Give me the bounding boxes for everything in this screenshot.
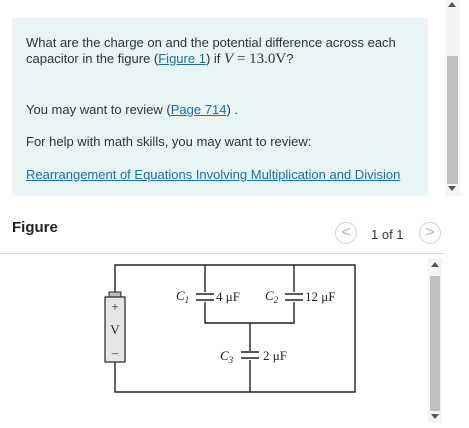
- figure-title: Figure: [12, 219, 58, 236]
- figure-scroll-up-arrow-icon[interactable]: [431, 262, 439, 267]
- prev-figure-button[interactable]: <: [335, 222, 357, 244]
- circuit-diagram: + V – C1 4 μF C2 12 μF C3 2 μF: [104, 264, 356, 393]
- math-skills-link[interactable]: Rearrangement of Equations Involving Mul…: [26, 166, 406, 183]
- wire-top: [114, 264, 356, 393]
- figure-scrollbar-thumb[interactable]: [430, 276, 440, 411]
- question-scrollbar[interactable]: [445, 0, 460, 196]
- question-panel: What are the charge on and the potential…: [12, 18, 428, 196]
- scroll-up-arrow-icon[interactable]: [448, 2, 456, 7]
- scrollbar-thumb[interactable]: [447, 56, 458, 184]
- c1-label: C1: [176, 288, 189, 305]
- chevron-right-icon: >: [425, 224, 435, 241]
- chevron-left-icon: <: [341, 224, 351, 241]
- battery-plus: +: [111, 299, 118, 314]
- review-suffix: ) .: [226, 102, 238, 117]
- c2-value: 12 μF: [305, 289, 335, 304]
- battery-cap: [108, 291, 122, 298]
- wire-c1-right: [204, 302, 295, 324]
- battery-minus: –: [111, 345, 119, 360]
- scroll-down-arrow-icon[interactable]: [448, 186, 456, 191]
- c3-value: 2 μF: [263, 348, 287, 363]
- question-text: What are the charge on and the potential…: [26, 35, 420, 67]
- review-page-link[interactable]: Page 714: [171, 102, 227, 117]
- voltage-variable: V: [224, 51, 234, 67]
- figure-scrollbar[interactable]: [428, 258, 442, 423]
- review-line: You may want to review (Page 714) .: [26, 102, 238, 117]
- c1-value: 4 μF: [216, 289, 240, 304]
- help-text: For help with math skills, you may want …: [26, 134, 312, 149]
- voltage-value: = 13.0V: [233, 51, 287, 67]
- figure-scroll-down-arrow-icon[interactable]: [431, 414, 439, 419]
- figure-pager: 1 of 1: [371, 227, 404, 242]
- review-prefix: You may want to review (: [26, 102, 171, 117]
- c3-label: C3: [220, 348, 234, 365]
- figure-link[interactable]: Figure 1: [158, 51, 206, 66]
- battery-label: V: [110, 322, 120, 337]
- next-figure-button[interactable]: >: [419, 222, 441, 244]
- question-suffix: ?: [286, 51, 294, 66]
- c2-label: C2: [265, 288, 279, 305]
- question-middle: ) if: [205, 51, 224, 66]
